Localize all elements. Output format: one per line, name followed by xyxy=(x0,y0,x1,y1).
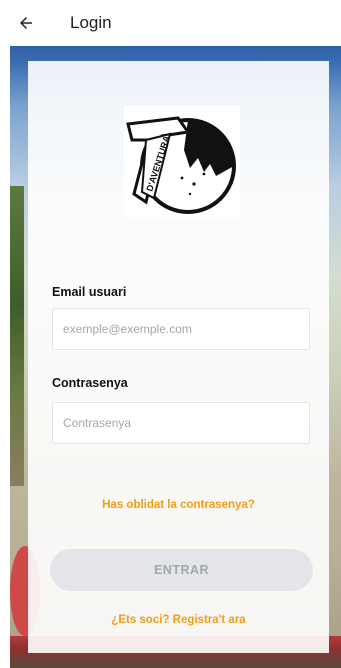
email-label: Email usuari xyxy=(52,285,127,299)
club-logo: D'AVENTURA xyxy=(124,106,240,218)
app-bar: Login xyxy=(0,0,341,46)
submit-button[interactable]: ENTRAR xyxy=(50,549,313,591)
register-link[interactable]: ¿Ets soci? Registra't ara xyxy=(28,614,329,626)
page-title: Login xyxy=(70,13,112,32)
background-tree xyxy=(10,186,24,486)
back-button[interactable] xyxy=(14,11,38,35)
password-field[interactable] xyxy=(52,402,310,444)
password-label: Contrasenya xyxy=(52,376,128,390)
arrow-left-icon xyxy=(20,17,32,29)
email-field[interactable] xyxy=(52,308,310,350)
forgot-password-link[interactable]: Has oblidat la contrasenya? xyxy=(28,499,329,511)
